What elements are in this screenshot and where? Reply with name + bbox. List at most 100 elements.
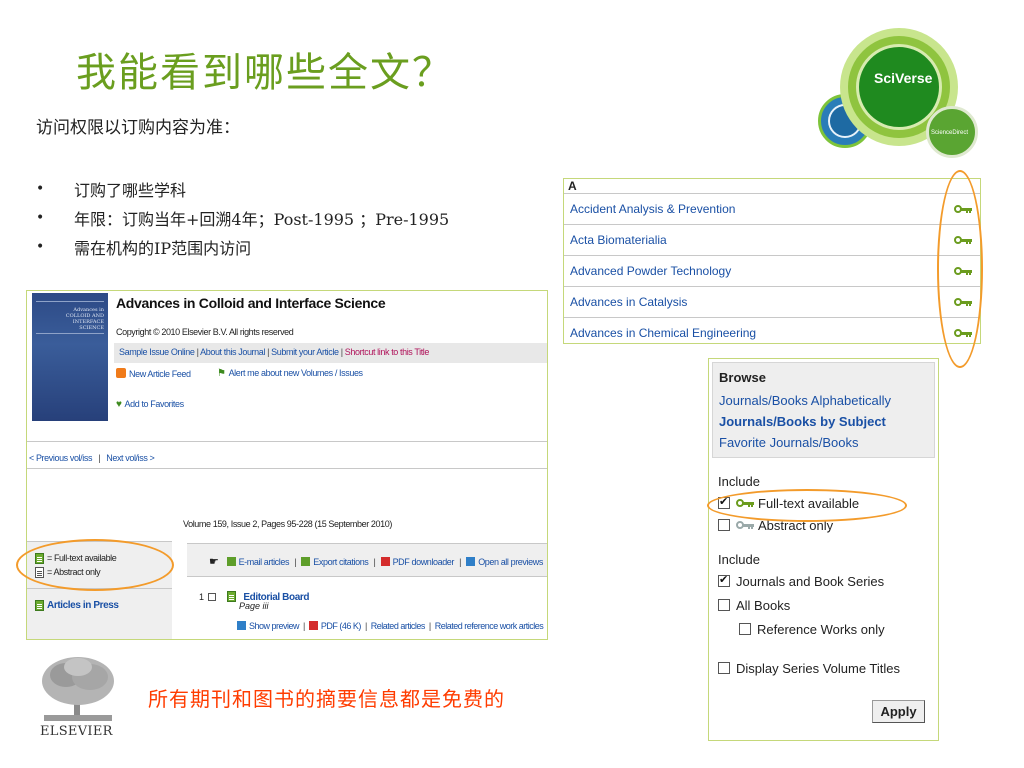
issue-nav: < Previous vol/iss | Next vol/iss >: [29, 453, 155, 463]
divider: [27, 441, 547, 442]
highlight-oval-keys: [937, 170, 983, 368]
article-toolbar: ☛ E-mail articles | Export citations | P…: [187, 543, 547, 577]
apply-button[interactable]: Apply: [872, 700, 925, 723]
bullet-text: 年限：订购当年+回溯4年；Post-1995 ；Pre-1995: [74, 209, 450, 229]
browse-alpha-link[interactable]: Journals/Books Alphabetically: [719, 390, 934, 411]
journal-link[interactable]: Acta Biomaterialia: [570, 233, 667, 247]
about-journal-link[interactable]: About this Journal: [200, 347, 265, 357]
journal-row[interactable]: Accident Analysis & Prevention: [564, 193, 980, 224]
browse-subject-link[interactable]: Journals/Books by Subject: [719, 411, 934, 432]
display-titles-option[interactable]: Display Series Volume Titles: [718, 656, 938, 680]
elsevier-tree-logo: [42, 657, 114, 721]
bullet-dot-icon: •: [36, 209, 45, 226]
include-label: Include: [718, 473, 760, 489]
journals-series-checkbox[interactable]: [718, 573, 730, 587]
email-icon: [226, 557, 236, 566]
highlight-oval-legend: [16, 539, 174, 591]
preview-icon: [237, 621, 246, 630]
export-citations-link[interactable]: Export citations: [313, 557, 369, 567]
display-titles-label: Display Series Volume Titles: [736, 660, 901, 676]
journal-link[interactable]: Advanced Powder Technology: [570, 264, 731, 278]
add-favorites-label: Add to Favorites: [124, 399, 185, 409]
prev-issue-link[interactable]: < Previous vol/iss: [29, 453, 92, 463]
free-abstracts-note: 所有期刊和图书的摘要信息都是免费的: [148, 687, 505, 711]
divider: [27, 468, 547, 469]
journal-row[interactable]: Advanced Powder Technology: [564, 255, 980, 286]
slide-subtitle: 访问权限以订购内容为准：: [36, 118, 240, 138]
articles-in-press-link[interactable]: Articles in Press: [35, 599, 172, 611]
display-titles-checkbox[interactable]: [718, 662, 730, 674]
browse-panel: Browse Journals/Books Alphabetically Jou…: [708, 358, 939, 741]
pdf-link[interactable]: PDF (46 K): [321, 621, 362, 631]
separator: |: [303, 621, 305, 631]
bullet-text: 订购了哪些学科: [74, 180, 187, 200]
journal-link[interactable]: Accident Analysis & Prevention: [570, 202, 735, 216]
next-issue-link[interactable]: Next vol/iss >: [106, 453, 155, 463]
heart-icon: ♥: [116, 399, 122, 410]
browse-header: Browse Journals/Books Alphabetically Jou…: [712, 362, 935, 458]
journal-row[interactable]: Acta Biomaterialia: [564, 224, 980, 255]
separator: |: [294, 557, 297, 567]
article-feed-link[interactable]: New Article Feed: [116, 368, 191, 379]
highlight-oval-fulltext: [707, 489, 907, 522]
journals-series-label: Journals and Book Series: [736, 573, 885, 589]
sciencedirect-wordmark: ScienceDirect: [931, 130, 969, 136]
favorite-journals-link[interactable]: Favorite Journals/Books: [719, 432, 934, 453]
all-books-option[interactable]: All Books: [718, 593, 938, 617]
article-checkbox[interactable]: [208, 593, 217, 601]
bullet-text: 需在机构的IP范围内访问: [74, 238, 252, 258]
bullet-item: • 订购了哪些学科: [36, 174, 449, 203]
bullet-item: • 需在机构的IP范围内访问: [36, 232, 449, 261]
separator: |: [267, 347, 270, 357]
separator: |: [98, 453, 101, 463]
related-articles-link[interactable]: Related articles: [371, 621, 426, 631]
journal-row[interactable]: Advances in Catalysis: [564, 286, 980, 317]
journal-links-bar: Sample Issue Online | About this Journal…: [114, 343, 547, 363]
pdf-downloader-link[interactable]: PDF downloader: [393, 557, 455, 567]
related-reference-link[interactable]: Related reference work articles: [435, 621, 544, 631]
sciverse-logo: SciVerse ScienceDirect: [818, 28, 988, 160]
bullet-dot-icon: •: [36, 180, 45, 197]
show-preview-link[interactable]: Show preview: [249, 621, 300, 631]
all-books-label: All Books: [736, 597, 791, 613]
export-icon: [301, 557, 311, 566]
reference-works-checkbox[interactable]: [739, 623, 751, 635]
alert-label: Alert me about new Volumes / Issues: [228, 368, 363, 378]
add-favorites-link[interactable]: ♥ Add to Favorites: [116, 399, 184, 410]
email-articles-link[interactable]: E-mail articles: [239, 557, 290, 567]
separator: |: [428, 621, 431, 631]
preview-icon: [466, 557, 476, 566]
journal-link[interactable]: Advances in Catalysis: [570, 295, 687, 309]
journal-row[interactable]: Advances in Chemical Engineering: [564, 317, 980, 348]
journal-title: Advances in Colloid and Interface Scienc…: [116, 295, 386, 311]
abstract-checkbox[interactable]: [718, 519, 730, 531]
volume-info: Volume 159, Issue 2, Pages 95-228 (15 Se…: [183, 519, 392, 529]
reference-works-option[interactable]: Reference Works only: [718, 617, 938, 641]
reference-works-label: Reference Works only: [757, 621, 885, 637]
bullet-list: • 订购了哪些学科 • 年限：订购当年+回溯4年；Post-1995 ；Pre-19…: [36, 174, 449, 261]
elsevier-wordmark: ELSEVIER: [40, 724, 113, 739]
sample-issue-link[interactable]: Sample Issue Online: [119, 347, 195, 357]
article-feed-label: New Article Feed: [129, 369, 191, 379]
submit-article-link[interactable]: Submit your Article: [271, 347, 339, 357]
separator: |: [340, 347, 343, 357]
rss-icon: [116, 368, 126, 378]
journal-list-panel: A Accident Analysis & Prevention Acta Bi…: [563, 178, 981, 344]
separator: |: [364, 621, 367, 631]
journal-cover: Advances in COLLOID AND INTERFACE SCIENC…: [32, 293, 108, 421]
separator: |: [373, 557, 376, 567]
journals-series-option[interactable]: Journals and Book Series: [718, 569, 938, 593]
shortcut-link[interactable]: Shortcut link to this Title: [345, 347, 430, 357]
fulltext-doc-icon: [35, 599, 44, 611]
articles-in-press-label: Articles in Press: [47, 599, 119, 611]
all-books-checkbox[interactable]: [718, 599, 730, 611]
separator: |: [196, 347, 199, 357]
include-type-section: Include Journals and Book Series All Boo…: [709, 549, 938, 680]
article-links: Show preview | PDF (46 K) | Related arti…: [237, 621, 544, 631]
pdf-icon: [308, 621, 318, 630]
grey-key-icon: [736, 520, 754, 530]
journal-link[interactable]: Advances in Chemical Engineering: [570, 326, 756, 340]
alert-link[interactable]: ⚑ Alert me about new Volumes / Issues: [217, 368, 363, 379]
copyright-text: Copyright © 2010 Elsevier B.V. All right…: [116, 327, 294, 337]
open-previews-link[interactable]: Open all previews: [478, 557, 543, 567]
